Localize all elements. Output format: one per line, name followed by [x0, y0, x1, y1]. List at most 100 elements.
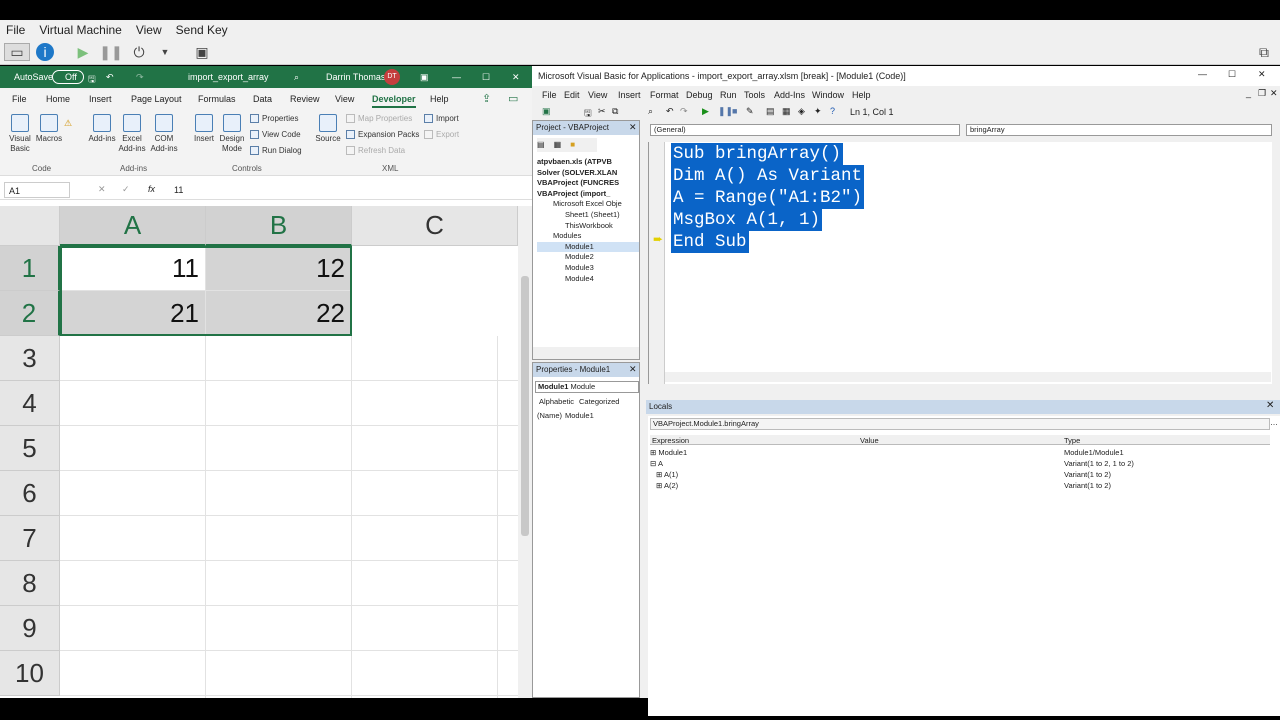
- vbe-redo-icon[interactable]: ↷: [680, 106, 688, 117]
- tree-item-module1[interactable]: Module1: [537, 241, 639, 253]
- comments-icon[interactable]: ▭: [508, 92, 518, 105]
- vbe-close-icon[interactable]: ✕: [1258, 69, 1266, 80]
- code-hscrollbar[interactable]: [665, 372, 1271, 382]
- tab-review[interactable]: Review: [290, 94, 320, 104]
- pause-icon[interactable]: ❚❚: [99, 43, 122, 61]
- excel-icon[interactable]: ▣: [542, 106, 551, 117]
- vbe-menu-insert[interactable]: Insert: [618, 90, 641, 100]
- autosave-toggle[interactable]: Off: [52, 70, 84, 84]
- code-line-4[interactable]: MsgBox A(1, 1): [671, 209, 823, 231]
- property-name-value[interactable]: Module1: [565, 411, 594, 420]
- tree-item-module3[interactable]: Module3: [537, 263, 639, 274]
- design-mode-vbe-icon[interactable]: ✎: [746, 106, 754, 117]
- design-mode-button[interactable]: Design Mode: [218, 114, 246, 154]
- name-box[interactable]: A1: [4, 182, 70, 198]
- power-icon[interactable]: ⏻: [130, 43, 148, 61]
- macros-button[interactable]: Macros: [34, 114, 64, 144]
- chevron-down-icon[interactable]: ▼: [158, 43, 172, 61]
- tab-page-layout[interactable]: Page Layout: [131, 94, 182, 104]
- vm-menu-file[interactable]: File: [6, 23, 25, 37]
- com-add-ins-button[interactable]: COM Add-ins: [148, 114, 180, 154]
- source-button[interactable]: Source: [314, 114, 342, 144]
- refresh-data-button[interactable]: Refresh Data: [346, 146, 405, 155]
- vbe-menu-view[interactable]: View: [588, 90, 607, 100]
- row-header-8[interactable]: 8: [0, 561, 60, 606]
- play-icon[interactable]: ▶: [74, 43, 92, 61]
- formula-input[interactable]: 11: [174, 185, 183, 195]
- minimize-icon[interactable]: —: [452, 72, 461, 82]
- project-hscrollbar[interactable]: [533, 347, 639, 359]
- excel-add-ins-button[interactable]: Excel Add-ins: [116, 114, 148, 154]
- tree-item-thisworkbook[interactable]: ThisWorkbook: [537, 221, 639, 232]
- monitor-icon[interactable]: ▭: [4, 43, 30, 61]
- properties-button[interactable]: Properties: [250, 114, 298, 123]
- project-close-icon[interactable]: ✕: [629, 122, 637, 133]
- column-header-b[interactable]: B: [206, 206, 352, 246]
- locals-row-a[interactable]: ⊟ A: [650, 459, 663, 468]
- object-dropdown[interactable]: (General): [650, 124, 960, 136]
- call-stack-icon[interactable]: …: [1270, 418, 1278, 427]
- vertical-scrollbar[interactable]: [518, 206, 532, 698]
- tree-item-excel-objects[interactable]: Microsoft Excel Obje: [537, 199, 639, 210]
- vbe-menu-edit[interactable]: Edit: [564, 90, 580, 100]
- save-icon[interactable]: 🖫: [88, 72, 96, 88]
- code-line-3[interactable]: A = Range("A1:B2"): [671, 187, 865, 209]
- vbe-maximize-icon[interactable]: ☐: [1228, 69, 1236, 80]
- map-properties-button[interactable]: Map Properties: [346, 114, 412, 123]
- redo-icon[interactable]: ↷: [136, 72, 144, 83]
- screen-icon[interactable]: ▣: [192, 43, 212, 61]
- warning-icon[interactable]: ⚠: [64, 118, 72, 129]
- info-icon[interactable]: i: [36, 43, 54, 61]
- empty-cells[interactable]: [60, 336, 518, 698]
- properties-window-icon[interactable]: ▦: [782, 106, 791, 117]
- enter-icon[interactable]: ✓: [122, 184, 130, 195]
- child-restore-icon[interactable]: ❐: [1258, 88, 1266, 99]
- visual-basic-button[interactable]: Visual Basic: [6, 114, 34, 154]
- vbe-menu-tools[interactable]: Tools: [744, 90, 765, 100]
- vbe-menu-window[interactable]: Window: [812, 90, 844, 100]
- locals-row-module1[interactable]: ⊞ Module1: [650, 448, 687, 457]
- tab-formulas[interactable]: Formulas: [198, 94, 236, 104]
- tree-item-module2[interactable]: Module2: [537, 252, 639, 263]
- avatar[interactable]: DT: [384, 69, 400, 85]
- select-all-button[interactable]: [0, 206, 60, 246]
- tab-categorized[interactable]: Categorized: [579, 397, 619, 406]
- row-header-10[interactable]: 10: [0, 651, 60, 696]
- row-header-1[interactable]: 1: [0, 246, 60, 291]
- tab-insert[interactable]: Insert: [89, 94, 112, 104]
- insert-control-button[interactable]: Insert: [190, 114, 218, 144]
- vbe-menu-run[interactable]: Run: [720, 90, 737, 100]
- child-close-icon[interactable]: ✕: [1270, 88, 1278, 99]
- maximize-icon[interactable]: ☐: [482, 72, 490, 83]
- margin-indicator-bar[interactable]: [649, 142, 665, 384]
- scrollbar-thumb[interactable]: [521, 276, 529, 536]
- cell-b1[interactable]: 12: [206, 246, 352, 291]
- tab-file[interactable]: File: [12, 94, 27, 104]
- properties-close-icon[interactable]: ✕: [629, 364, 637, 375]
- row-header-7[interactable]: 7: [0, 516, 60, 561]
- vm-menu-send-key[interactable]: Send Key: [176, 23, 228, 37]
- code-line-5[interactable]: End Sub: [671, 231, 749, 253]
- close-icon[interactable]: ✕: [512, 72, 520, 83]
- vbe-menu-add-ins[interactable]: Add-Ins: [774, 90, 805, 100]
- vbe-minimize-icon[interactable]: —: [1198, 69, 1207, 79]
- search-icon[interactable]: ⌕: [294, 72, 299, 83]
- toolbox-vbe-icon[interactable]: ✦: [814, 106, 822, 117]
- project-explorer-icon[interactable]: ▤: [766, 106, 775, 117]
- row-header-2[interactable]: 2: [0, 291, 60, 336]
- column-header-c[interactable]: C: [352, 206, 518, 246]
- locals-close-icon[interactable]: ✕: [1266, 400, 1274, 411]
- object-combobox[interactable]: Module1 Module: [535, 381, 639, 393]
- row-header-6[interactable]: 6: [0, 471, 60, 516]
- view-object-icon[interactable]: ▦: [554, 140, 562, 149]
- view-code-button[interactable]: View Code: [250, 130, 301, 139]
- object-browser-icon[interactable]: ◈: [798, 106, 805, 117]
- cut-icon[interactable]: ✂: [598, 106, 606, 117]
- vbe-menu-help[interactable]: Help: [852, 90, 871, 100]
- vbe-undo-icon[interactable]: ↶: [666, 106, 674, 117]
- copy-icon[interactable]: ⧉: [612, 106, 618, 117]
- vbe-menu-debug[interactable]: Debug: [686, 90, 713, 100]
- child-minimize-icon[interactable]: _: [1246, 88, 1251, 98]
- vbe-menu-format[interactable]: Format: [650, 90, 679, 100]
- reset-icon[interactable]: ■: [732, 106, 737, 116]
